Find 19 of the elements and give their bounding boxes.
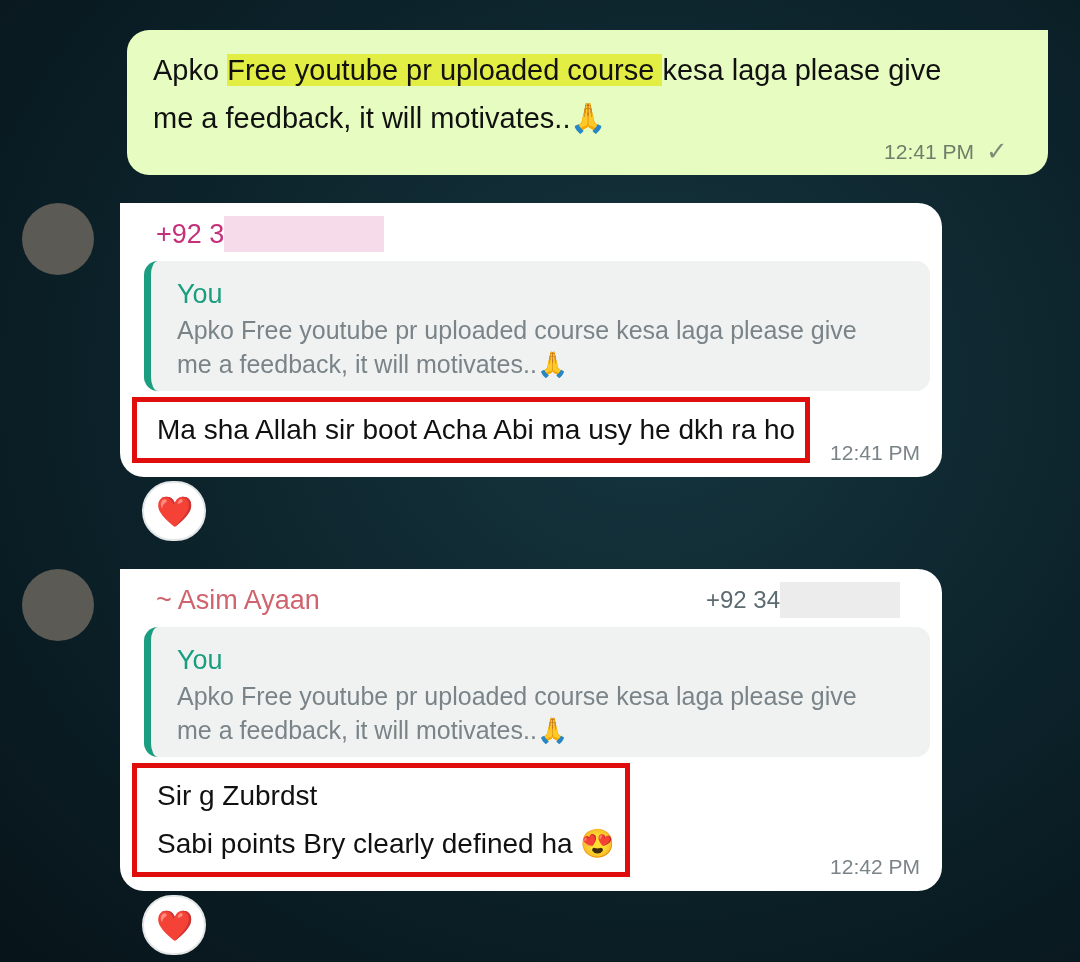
quoted-message[interactable]: You Apko Free youtube pr uploaded course kesa laga please give me a feedback, it will motivates..🙏: [144, 627, 930, 757]
message-time: 12:42 PM: [830, 855, 920, 879]
sender-phone: +92 34: [705, 586, 780, 614]
quoted-message[interactable]: You Apko Free youtube pr uploaded course kesa laga please give me a feedback, it will motivates..🙏: [144, 261, 930, 391]
message-text: Apko Free youtube pr uploaded course kesa laga please give me a feedback, it will motivates..🙏: [153, 53, 943, 136]
reaction-badge[interactable]: ❤: [142, 895, 206, 955]
message-text: Sabi points Bry clearly defined ha 😍: [157, 827, 616, 861]
quote-author: You: [177, 278, 224, 311]
sender-name[interactable]: ~ Asim Ayaan: [156, 584, 320, 616]
sender-name[interactable]: +92 3: [156, 218, 225, 250]
message-text: Ma sha Allah sir boot Acha Abi ma usy he dkh ra ho: [157, 413, 796, 447]
message-time: 12:41 PM: [884, 139, 974, 164]
quote-text: Apko Free youtube pr uploaded course kesa laga please give me a feedback, it will motivates..🙏: [177, 315, 858, 380]
sent-tick: ✓: [986, 136, 1008, 167]
reaction-badge[interactable]: ❤: [142, 481, 206, 541]
message-time: 12:41 PM: [830, 441, 920, 465]
quote-text: Apko Free youtube pr uploaded course kesa laga please give me a feedback, it will motivates..🙏: [177, 681, 858, 746]
message-text: Sir g Zubrdst: [157, 779, 319, 813]
quote-author: You: [177, 644, 224, 677]
